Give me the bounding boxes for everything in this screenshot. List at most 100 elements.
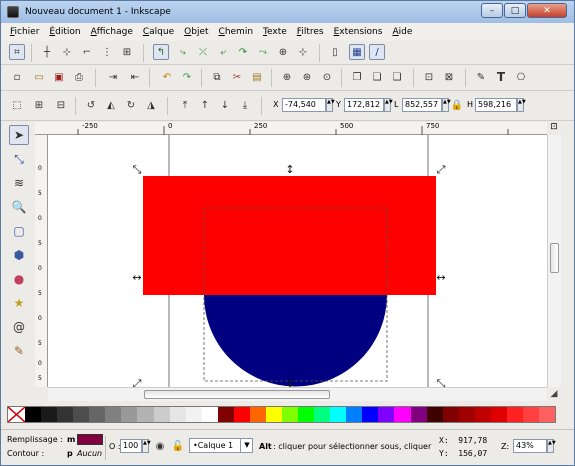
flip-horizontal-icon[interactable]: ◭ [103,97,119,113]
snap-bbox-midpoint-icon[interactable]: ⋮ [99,44,115,60]
rotate-cw-icon[interactable]: ↻ [123,97,139,113]
color-swatch[interactable] [153,407,170,422]
color-swatch[interactable] [41,407,58,422]
color-swatch[interactable] [426,407,443,422]
layer-dropdown-chevron-down-icon[interactable]: ▼ [240,438,253,453]
print-icon[interactable]: ⎙ [71,69,87,85]
raise-to-top-icon[interactable]: ⤒ [177,97,193,113]
snap-intersection-icon[interactable]: ⤫ [195,44,211,60]
text-font-icon[interactable]: T [493,69,509,85]
menu-texte[interactable]: Texte [263,27,287,37]
color-swatch[interactable] [137,407,154,422]
color-swatch[interactable] [169,407,186,422]
color-swatch[interactable] [442,407,459,422]
tweak-tool-icon[interactable]: ≋ [9,173,29,193]
lock-ratio-icon[interactable]: 🔒 [450,97,464,113]
menu-edition[interactable]: Édition [49,27,80,37]
horizontal-scroll-thumb[interactable] [144,390,330,399]
color-swatch[interactable] [458,407,475,422]
menu-filtres[interactable]: Filtres [297,27,324,37]
zoom-page-icon[interactable]: ⊙ [319,69,335,85]
scale-handle-bottom[interactable]: ↕ [285,377,294,387]
group-icon[interactable]: ⊡ [421,69,437,85]
color-swatch[interactable] [282,407,299,422]
snap-bbox-corner-icon[interactable]: ⌐ [79,44,95,60]
scale-handle-right[interactable]: ↔ [436,271,445,284]
scale-handle-top[interactable]: ↕ [285,163,294,176]
zoom-input[interactable]: 43% [513,439,547,453]
color-swatch[interactable] [298,407,315,422]
scale-handle-bottom-right[interactable]: ⤡ [437,377,446,387]
scale-handle-bottom-left[interactable]: ⤢ [133,377,142,387]
open-icon[interactable]: ▭ [31,69,47,85]
color-swatch[interactable] [57,407,74,422]
snap-nodes-icon[interactable]: ↰ [153,44,169,60]
close-button[interactable]: ✕ [527,3,567,18]
maximize-button[interactable]: □ [504,3,526,18]
snap-rotation-center-icon[interactable]: ⊹ [295,44,311,60]
color-swatch[interactable] [410,407,427,422]
snap-page-icon[interactable]: ▯ [327,44,343,60]
spiral-tool-icon[interactable]: @ [9,317,29,337]
blue-half-circle[interactable] [204,295,387,387]
color-swatch[interactable] [314,407,331,422]
xml-editor-icon[interactable]: ⎔ [513,69,529,85]
color-swatch[interactable] [105,407,122,422]
menu-calque[interactable]: Calque [143,27,174,37]
height-spinner[interactable]: ▲▼ [517,98,526,112]
scale-handle-left[interactable]: ↔ [132,271,141,284]
snap-center-icon[interactable]: ⊕ [275,44,291,60]
rectangle-tool-icon[interactable]: ▢ [9,221,29,241]
color-swatch[interactable] [201,407,218,422]
color-swatch[interactable] [394,407,411,422]
layer-lock-icon[interactable]: 🔓 [171,439,185,453]
star-tool-icon[interactable]: ★ [9,293,29,313]
new-document-icon[interactable]: ▫ [9,69,25,85]
snap-guide-icon[interactable]: / [369,44,385,60]
color-swatch[interactable] [330,407,347,422]
layer-visibility-eye-icon[interactable]: ◉ [153,439,167,453]
snap-path-icon[interactable]: ⤷ [175,44,191,60]
clone-icon[interactable]: ❏ [369,69,385,85]
flip-vertical-icon[interactable]: ◮ [143,97,159,113]
color-swatch[interactable] [25,407,42,422]
fill-color-swatch[interactable] [77,434,103,445]
y-input[interactable]: 172,812 [344,98,384,112]
zoom-drawing-icon[interactable]: ⊛ [299,69,315,85]
select-all-icon[interactable]: ⬚ [9,97,25,113]
color-swatch[interactable] [185,407,202,422]
color-swatch[interactable] [539,407,556,422]
selector-tool-icon[interactable]: ➤ [9,125,29,145]
opacity-spinner[interactable]: ▲▼ [142,439,151,453]
import-icon[interactable]: ⇥ [105,69,121,85]
node-tool-icon[interactable]: ⤡ [9,149,29,169]
horizontal-scrollbar[interactable] [48,387,547,401]
color-manage-icon[interactable]: ◢ [548,389,560,401]
color-swatch[interactable] [73,407,90,422]
copy-icon[interactable]: ⧉ [209,69,225,85]
fill-stroke-icon[interactable]: ✎ [473,69,489,85]
snap-bbox-edge-icon[interactable]: ⊹ [59,44,75,60]
snap-midpoint-icon[interactable]: ⤳ [255,44,271,60]
lower-icon[interactable]: ↓ [217,97,233,113]
pencil-tool-icon[interactable]: ✎ [9,341,29,361]
color-swatch[interactable] [265,407,282,422]
menu-affichage[interactable]: Affichage [91,27,133,37]
red-rectangle[interactable] [143,176,436,295]
snap-grid-icon[interactable]: ▦ [349,44,365,60]
select-all-layers-icon[interactable]: ⊞ [31,97,47,113]
redo-icon[interactable]: ↷ [179,69,195,85]
color-swatch[interactable] [89,407,106,422]
menu-chemin[interactable]: Chemin [219,27,254,37]
width-input[interactable]: 852,557 [402,98,442,112]
y-spinner[interactable]: ▲▼ [384,98,393,112]
color-swatch[interactable] [378,407,395,422]
color-swatch[interactable] [121,407,138,422]
width-spinner[interactable]: ▲▼ [442,98,451,112]
vertical-scrollbar[interactable] [547,135,561,387]
undo-icon[interactable]: ↶ [159,69,175,85]
duplicate-icon[interactable]: ❐ [349,69,365,85]
scale-handle-top-left[interactable]: ⤡ [133,163,142,176]
color-swatch[interactable] [233,407,250,422]
snap-bbox-icon[interactable]: ┼ [39,44,55,60]
